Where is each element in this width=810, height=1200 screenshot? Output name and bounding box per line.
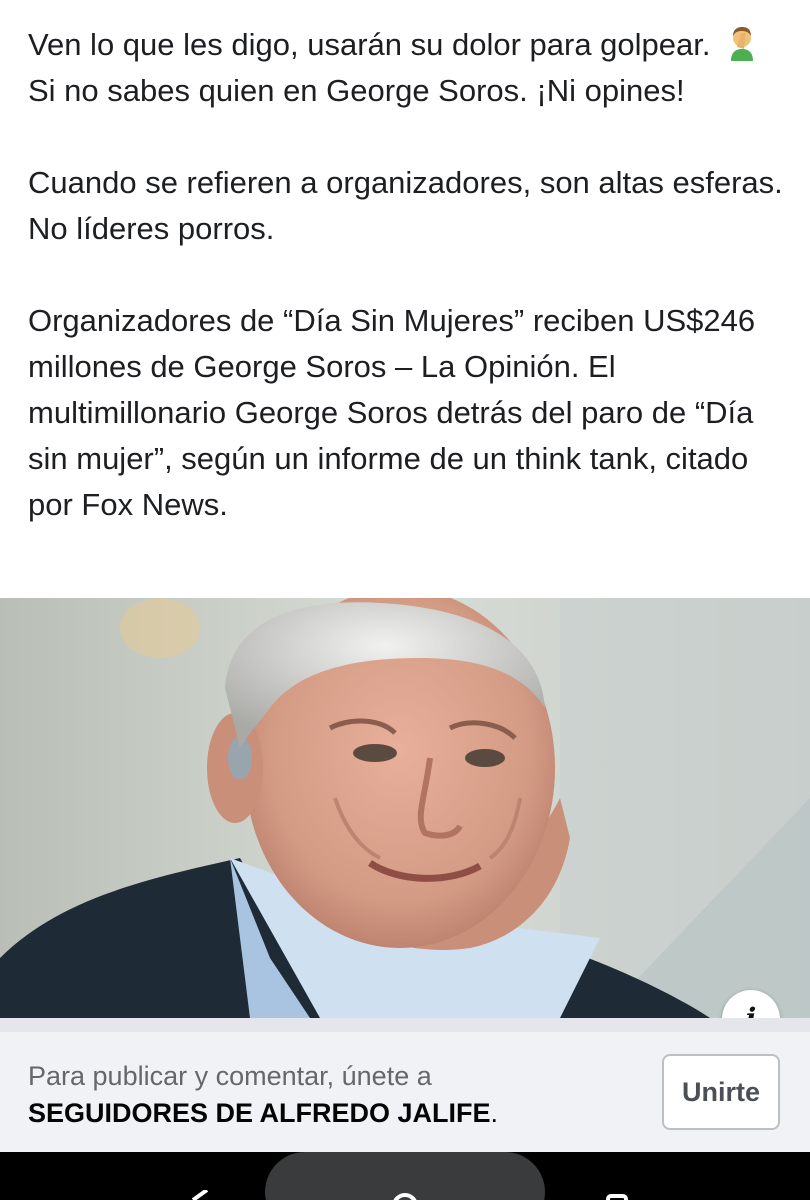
- post-paragraph-3: Organizadores de “Día Sin Mujeres” recib…: [28, 303, 756, 522]
- portrait-photo: [0, 598, 810, 1018]
- join-prompt-text: Para publicar y comentar, únete a: [28, 1061, 432, 1091]
- recents-icon[interactable]: [603, 1190, 633, 1200]
- post-photo[interactable]: [0, 598, 810, 1018]
- system-navigation-bar: [0, 1152, 810, 1200]
- home-icon[interactable]: [390, 1190, 420, 1200]
- post-paragraph-1-part-2: Si no sabes quien en George Soros. ¡Ni o…: [28, 73, 685, 108]
- man-facepalming-emoji-icon: [731, 27, 754, 61]
- group-name[interactable]: SEGUIDORES DE ALFREDO JALIFE: [28, 1098, 491, 1128]
- back-icon[interactable]: [185, 1190, 215, 1200]
- join-bar-divider: [0, 1018, 810, 1032]
- join-button[interactable]: Unirte: [662, 1054, 780, 1130]
- post-text: Ven lo que les digo, usarán su dolor par…: [28, 22, 798, 528]
- post-paragraph-1-part-1: Ven lo que les digo, usarán su dolor par…: [28, 27, 720, 62]
- group-name-suffix: .: [490, 1098, 499, 1128]
- post-paragraph-2: Cuando se refieren a organizadores, son …: [28, 165, 783, 246]
- join-prompt: Para publicar y comentar, únete a SEGUID…: [28, 1058, 498, 1132]
- post-paragraph-1: Ven lo que les digo, usarán su dolor par…: [28, 22, 798, 114]
